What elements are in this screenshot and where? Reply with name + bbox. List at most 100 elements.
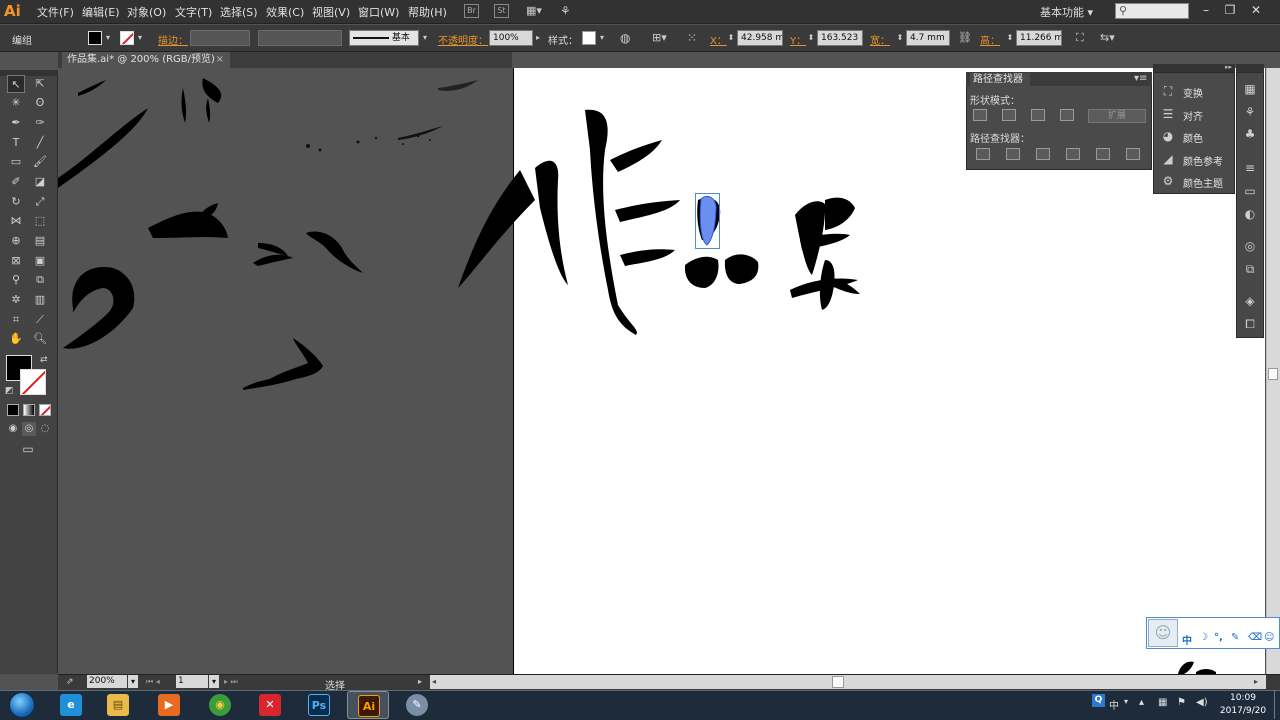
taskbar-illustrator[interactable]: Ai (347, 691, 389, 719)
crop-icon[interactable] (1066, 148, 1080, 160)
draw-inside-icon[interactable]: ◌ (38, 422, 52, 436)
tray-clock[interactable]: 10:09 2017/9/20 (1216, 692, 1270, 718)
document-tab[interactable]: 作品集.ai* @ 200% (RGB/预览) × (62, 52, 230, 68)
selection-tool-icon[interactable]: ↖ (7, 75, 25, 93)
calligraphy-artwork[interactable] (440, 90, 870, 340)
x-position-input[interactable]: 42.958 mm (737, 30, 783, 46)
bridge-button[interactable]: Br (464, 4, 479, 18)
artboard-dropdown-icon[interactable]: ▾ (209, 675, 219, 688)
taskbar-paint[interactable]: ✎ (396, 691, 438, 719)
menu-file[interactable]: 文件(F) (37, 4, 74, 20)
stroke-weight-field[interactable] (190, 30, 250, 46)
opacity-label[interactable]: 不透明度： (438, 32, 488, 47)
merge-icon[interactable] (1036, 148, 1050, 160)
eraser-tool-icon[interactable]: ◪ (31, 173, 49, 191)
restore-button[interactable]: ❐ (1222, 2, 1238, 18)
slice-tool-icon[interactable]: ⟋ (31, 311, 49, 329)
mesh-tool-icon[interactable]: ⊠ (7, 252, 25, 270)
style-dropdown-icon[interactable]: ▾ (597, 30, 607, 46)
swatches-icon[interactable]: ▦ (1242, 81, 1258, 97)
swap-fill-stroke-icon[interactable]: ⇄ (40, 355, 50, 365)
start-button[interactable] (6, 690, 38, 720)
menu-object[interactable]: 对象(O) (127, 4, 166, 20)
close-window-button[interactable]: ✕ (1248, 2, 1264, 18)
reference-point-icon[interactable]: ⁙ (687, 30, 703, 46)
transparency-icon[interactable]: ◐ (1242, 206, 1258, 222)
share-icon[interactable]: ⇗ (66, 676, 78, 688)
minus-back-icon[interactable] (1126, 148, 1140, 160)
gradient-mode-icon[interactable] (23, 404, 35, 416)
taskbar-xmind[interactable]: ✕ (249, 691, 291, 719)
height-stepper-icon[interactable]: ⬍ (1005, 30, 1015, 46)
gradient-tool-icon[interactable]: ▣ (31, 252, 49, 270)
tray-volume-icon[interactable]: ◀) (1196, 697, 1208, 708)
brush-dropdown-icon[interactable]: ▾ (420, 30, 430, 46)
stock-button[interactable]: St (494, 4, 509, 18)
brushes-icon[interactable]: ⚘ (1242, 104, 1258, 120)
default-fill-stroke-icon[interactable]: ◩ (5, 386, 15, 396)
hand-tool-icon[interactable]: ✋ (7, 330, 25, 348)
selected-stroke[interactable] (695, 193, 721, 249)
collapse-dock-icon[interactable]: ▸▸ (1225, 63, 1235, 71)
rectangle-tool-icon[interactable]: ▭ (7, 153, 25, 171)
menu-edit[interactable]: 编辑(E) (82, 4, 120, 20)
stroke-swatch[interactable] (20, 369, 46, 395)
eyedropper-tool-icon[interactable]: ⚲ (7, 271, 25, 289)
taskbar-chrome[interactable]: ◉ (199, 691, 241, 719)
taskbar-explorer[interactable]: ▤ (97, 691, 139, 719)
ime-fullwidth-icon[interactable]: ☽ (1199, 632, 1208, 643)
x-label[interactable]: X： (710, 32, 727, 47)
symbols-icon[interactable]: ♣ (1242, 126, 1258, 142)
perspective-grid-tool-icon[interactable]: ▤ (31, 232, 49, 250)
fill-color-swatch[interactable] (88, 31, 102, 45)
stroke-panel-icon[interactable]: ≡ (1242, 160, 1258, 176)
width-tool-icon[interactable]: ⋈ (7, 212, 25, 230)
next-last-artboard-icon[interactable]: ▸ ⏭ (224, 676, 250, 688)
line-tool-icon[interactable]: ╱ (31, 134, 49, 152)
zoom-tool-icon[interactable]: 🔍︎ (31, 330, 49, 348)
stroke-color-swatch[interactable] (120, 31, 134, 45)
menu-window[interactable]: 窗口(W) (358, 4, 399, 20)
artboard-number-input[interactable]: 1 (176, 675, 208, 688)
dock-item-align[interactable]: ☰ 对齐 (1160, 104, 1230, 124)
ime-emoji-icon[interactable]: ☺ (1264, 632, 1274, 643)
blend-tool-icon[interactable]: ⧉ (31, 271, 49, 289)
tray-show-hidden-icon[interactable]: ▴ (1139, 697, 1144, 708)
menu-select[interactable]: 选择(S) (220, 4, 258, 20)
divide-icon[interactable] (976, 148, 990, 160)
zoom-level-input[interactable]: 200% (87, 675, 127, 688)
dock-item-color[interactable]: ◕ 颜色 (1160, 126, 1230, 146)
menu-help[interactable]: 帮助(H) (408, 4, 447, 20)
width-stepper-icon[interactable]: ⬍ (895, 30, 905, 46)
taskbar-media[interactable]: ▶ (148, 691, 190, 719)
ime-avatar-icon[interactable]: ☺ (1148, 619, 1178, 647)
draw-normal-icon[interactable]: ◉ (6, 422, 20, 436)
brush-definition-select[interactable]: 基本 (349, 30, 419, 46)
arrange-documents-icon[interactable]: ▦▾ (526, 4, 548, 18)
x-stepper-icon[interactable]: ⬍ (726, 30, 736, 46)
strip-grip[interactable] (1236, 64, 1264, 72)
stroke-dropdown-icon[interactable]: ▾ (135, 30, 145, 46)
type-tool-icon[interactable]: T (7, 134, 25, 152)
panel-menu-icon[interactable]: ▾≡ (1134, 73, 1148, 85)
scroll-right-icon[interactable]: ▸ (1254, 676, 1264, 688)
symbol-sprayer-tool-icon[interactable]: ✲ (7, 291, 25, 309)
menu-view[interactable]: 视图(V) (312, 4, 350, 20)
shape-builder-tool-icon[interactable]: ⊕ (7, 232, 25, 250)
ime-settings-icon[interactable]: ✎ (1231, 632, 1239, 643)
rotate-tool-icon[interactable]: ↻ (7, 193, 25, 211)
horizontal-scrollbar[interactable] (430, 675, 1266, 689)
dock-grip[interactable] (1153, 64, 1235, 72)
width-label[interactable]: 宽： (870, 32, 890, 47)
horizontal-scroll-thumb[interactable] (832, 676, 844, 688)
intersect-icon[interactable] (1031, 109, 1045, 121)
outline-icon[interactable] (1096, 148, 1110, 160)
y-position-input[interactable]: 163.523 m (817, 30, 863, 46)
shaper-tool-icon[interactable]: ✐ (7, 173, 25, 191)
align-to-icon[interactable]: ⊞▾ (652, 31, 670, 45)
constrain-proportions-icon[interactable]: ⛓ (958, 31, 972, 45)
width-input[interactable]: 4.7 mm (906, 30, 950, 46)
recolor-artwork-icon[interactable]: ◍ (620, 31, 634, 45)
taskbar-photoshop[interactable]: Ps (298, 691, 340, 719)
opacity-input[interactable]: 100% (489, 30, 533, 46)
